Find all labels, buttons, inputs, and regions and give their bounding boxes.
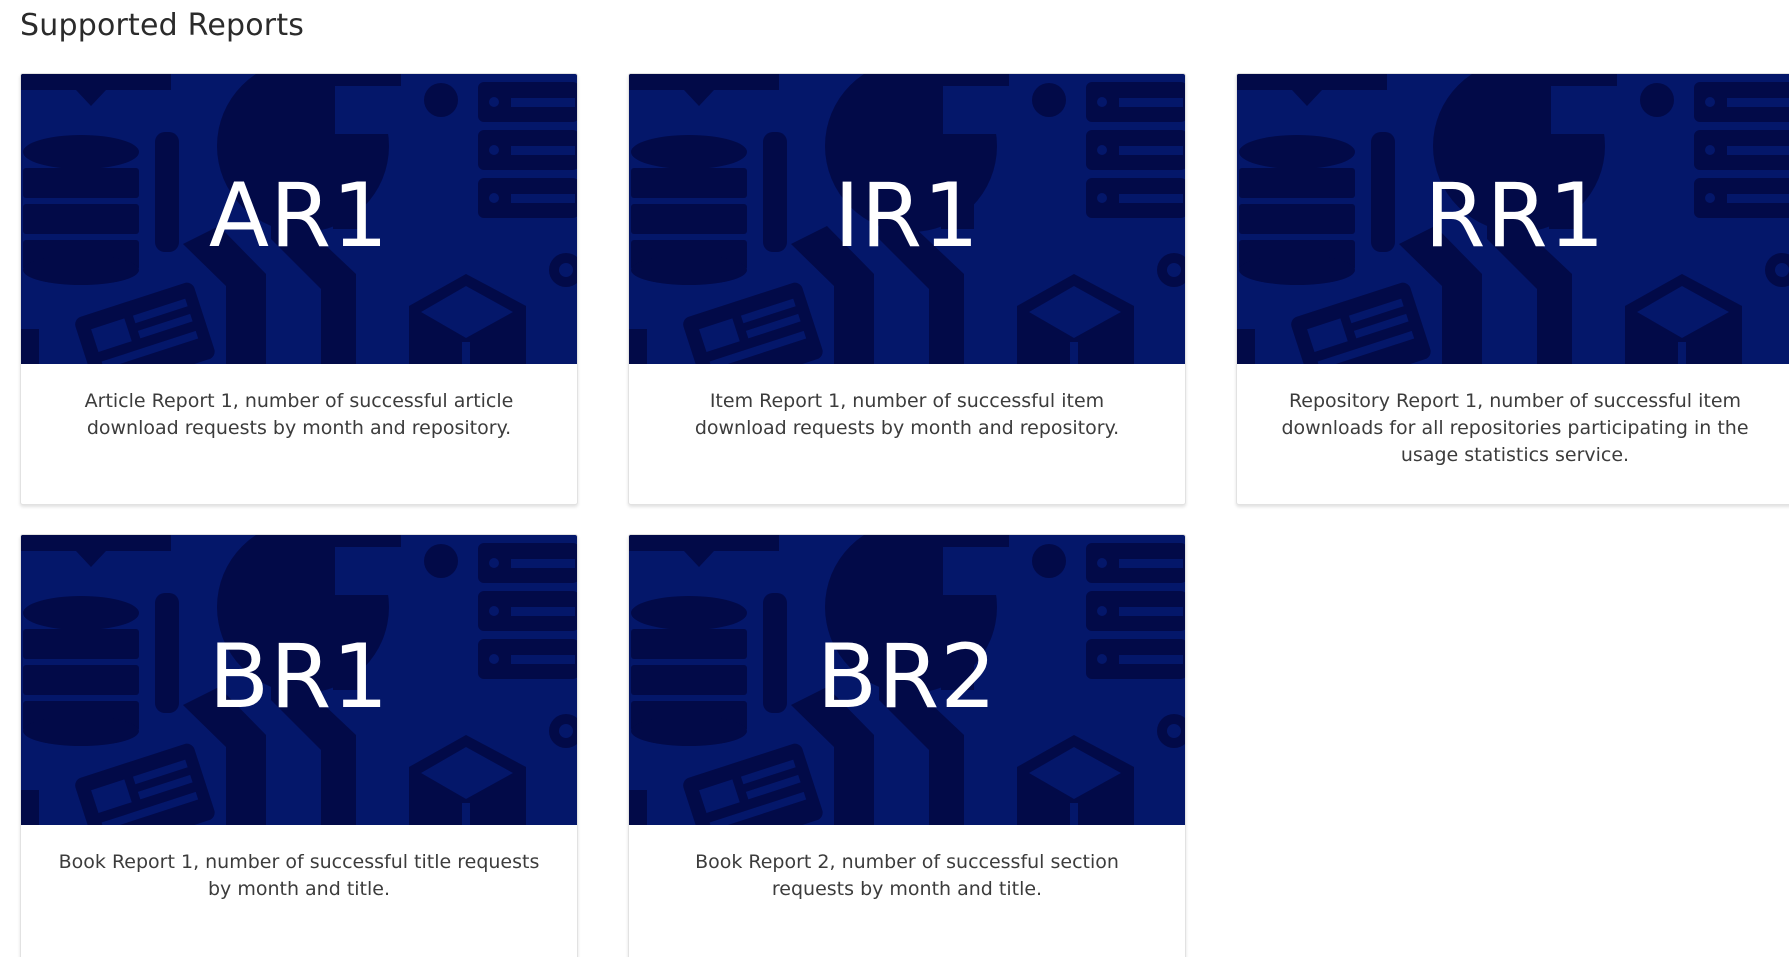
report-description: Repository Report 1, number of successfu… (1281, 390, 1749, 466)
report-code: AR1 (208, 164, 390, 267)
report-description: Book Report 1, number of successful titl… (58, 851, 540, 900)
report-banner: IR1 (629, 74, 1185, 364)
report-code: BR2 (816, 625, 998, 728)
report-code: BR1 (208, 625, 390, 728)
report-banner: RR1 (1237, 74, 1789, 364)
report-card-br2[interactable]: BR2 Book Report 2, number of successful … (628, 534, 1186, 957)
page-title: Supported Reports (20, 8, 305, 43)
report-description: Item Report 1, number of successful item… (694, 390, 1120, 439)
report-card-ar1[interactable]: AR1 Article Report 1, number of successf… (20, 73, 578, 505)
report-banner: BR2 (629, 535, 1185, 825)
report-card-br1[interactable]: BR1 Book Report 1, number of successful … (20, 534, 578, 957)
report-code: RR1 (1424, 164, 1606, 267)
report-card-ir1[interactable]: IR1 Item Report 1, number of successful … (628, 73, 1186, 505)
reports-grid: AR1 Article Report 1, number of successf… (20, 73, 1789, 957)
report-description: Article Report 1, number of successful a… (84, 390, 514, 439)
report-card-rr1[interactable]: RR1 Repository Report 1, number of succe… (1236, 73, 1789, 505)
report-banner: AR1 (21, 74, 577, 364)
report-description: Book Report 2, number of successful sect… (695, 851, 1119, 900)
report-code: IR1 (833, 164, 981, 267)
page: Supported Reports AR1 Article Report 1, … (0, 0, 1789, 957)
report-banner: BR1 (21, 535, 577, 825)
